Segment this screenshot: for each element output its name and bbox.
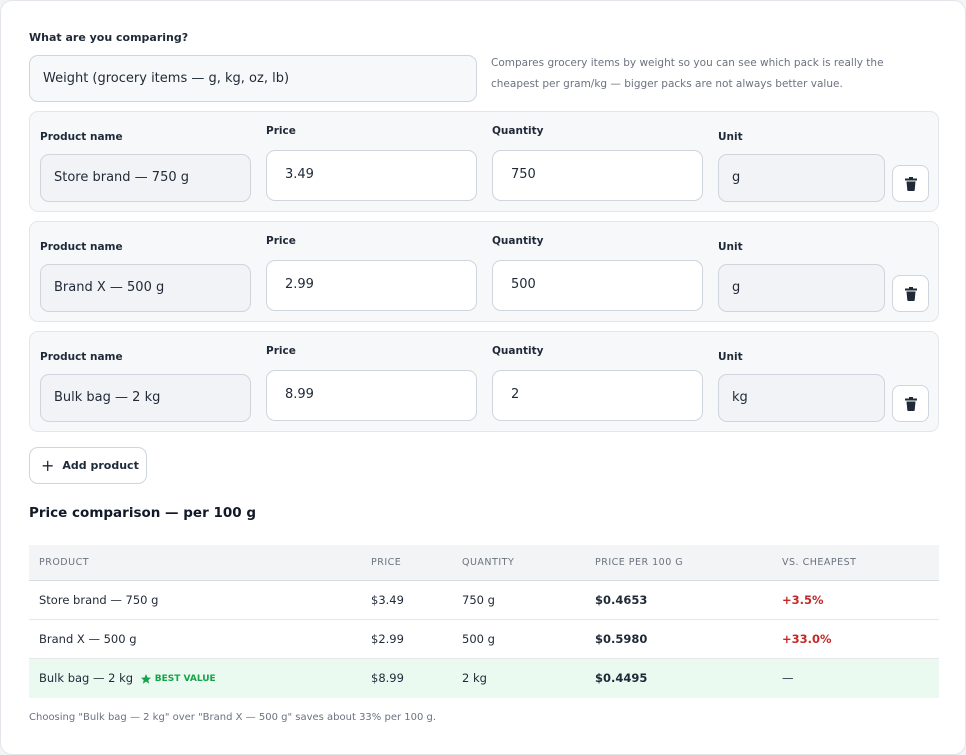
column-header-price: PRICE [371,557,402,568]
unit-select[interactable]: g [718,264,885,312]
cell-price-per-unit: $0.4653 [595,593,648,607]
trash-icon [904,286,917,301]
unit-select[interactable]: kg [718,374,885,422]
cell-quantity: 750 g [462,593,495,607]
quantity-label: Quantity [492,345,544,357]
best-value-label: BEST VALUE [154,673,216,684]
product-row: Product name Brand X — 500 g Price 2.99 … [29,221,939,322]
star-icon [140,673,151,684]
trash-icon [904,396,917,411]
price-input[interactable]: 3.49 [266,150,477,201]
cell-product: Store brand — 750 g [39,593,159,607]
price-label: Price [266,125,296,137]
comparison-table: PRODUCT PRICE QUANTITY PRICE PER 100 G V… [29,545,939,698]
comparison-type-label: What are you comparing? [29,31,189,44]
price-label: Price [266,345,296,357]
add-product-label: Add product [62,459,139,472]
column-header-product: PRODUCT [39,557,90,568]
comparison-helper-text: Compares grocery items by weight so you … [491,57,884,90]
product-name-label: Product name [40,131,123,143]
quantity-input[interactable]: 500 [492,260,703,311]
cell-price: $3.49 [371,593,404,607]
best-value-badge: BEST VALUE [140,673,216,685]
comparison-type-select[interactable]: Weight (grocery items — g, kg, oz, lb) [29,55,477,102]
add-product-button[interactable]: + Add product [29,447,147,484]
product-name-text: Bulk bag — 2 kg [39,671,134,685]
table-header: PRODUCT PRICE QUANTITY PRICE PER 100 G V… [29,545,939,581]
cell-quantity: 500 g [462,632,495,646]
plus-icon: + [41,455,55,475]
column-header-vs-cheapest: VS. CHEAPEST [782,557,857,568]
comparison-card: What are you comparing? Weight (grocery … [0,0,966,755]
product-name-input[interactable]: Brand X — 500 g [40,264,251,312]
cell-price-per-unit: $0.5980 [595,632,648,646]
results-title: Price comparison — per 100 g [29,505,256,521]
quantity-label: Quantity [492,125,544,137]
unit-label: Unit [718,131,743,143]
product-row: Product name Store brand — 750 g Price 3… [29,111,939,212]
cell-price: $8.99 [371,671,404,685]
delete-product-button[interactable] [892,165,929,202]
product-name-input[interactable]: Store brand — 750 g [40,154,251,202]
table-row: Store brand — 750 g $3.49 750 g $0.4653 … [29,581,939,620]
cell-vs-cheapest: — [782,671,794,685]
cell-price-per-unit: $0.4495 [595,671,648,685]
product-name-label: Product name [40,241,123,253]
column-header-price-per-unit: PRICE PER 100 G [595,557,684,568]
cell-vs-cheapest: +3.5% [782,593,824,607]
delete-product-button[interactable] [892,275,929,312]
unit-label: Unit [718,351,743,363]
quantity-input[interactable]: 750 [492,150,703,201]
table-row: Brand X — 500 g $2.99 500 g $0.5980 +33.… [29,620,939,659]
price-input[interactable]: 8.99 [266,370,477,421]
cell-vs-cheapest: +33.0% [782,632,832,646]
savings-footnote: Choosing "Bulk bag — 2 kg" over "Brand X… [29,712,437,723]
product-name-label: Product name [40,351,123,363]
unit-select[interactable]: g [718,154,885,202]
column-header-quantity: QUANTITY [462,557,515,568]
cell-product: Bulk bag — 2 kg BEST VALUE [39,671,216,685]
price-input[interactable]: 2.99 [266,260,477,311]
unit-label: Unit [718,241,743,253]
cell-price: $2.99 [371,632,404,646]
trash-icon [904,176,917,191]
table-row-best-value: Bulk bag — 2 kg BEST VALUE $8.99 2 kg $0… [29,659,939,698]
product-row: Product name Bulk bag — 2 kg Price 8.99 … [29,331,939,432]
cell-product: Brand X — 500 g [39,632,137,646]
delete-product-button[interactable] [892,385,929,422]
cell-quantity: 2 kg [462,671,487,685]
quantity-input[interactable]: 2 [492,370,703,421]
price-label: Price [266,235,296,247]
product-name-input[interactable]: Bulk bag — 2 kg [40,374,251,422]
quantity-label: Quantity [492,235,544,247]
